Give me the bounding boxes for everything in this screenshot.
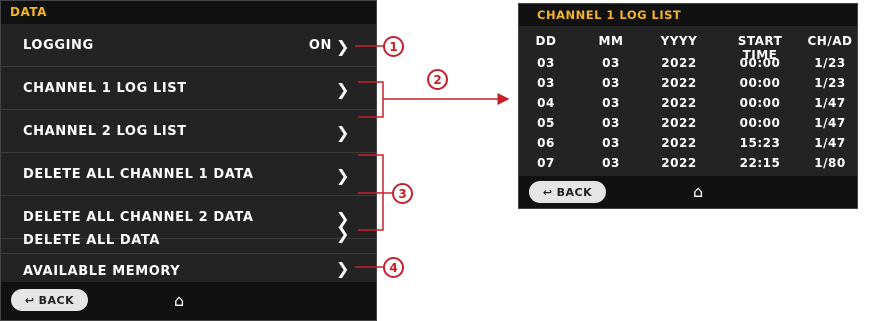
annotation-lines	[355, 45, 510, 268]
callout-badge: 3	[392, 183, 413, 204]
callout-badge: 2	[427, 69, 448, 90]
callout-badge: 1	[383, 36, 404, 57]
callout-badge: 4	[383, 257, 404, 278]
